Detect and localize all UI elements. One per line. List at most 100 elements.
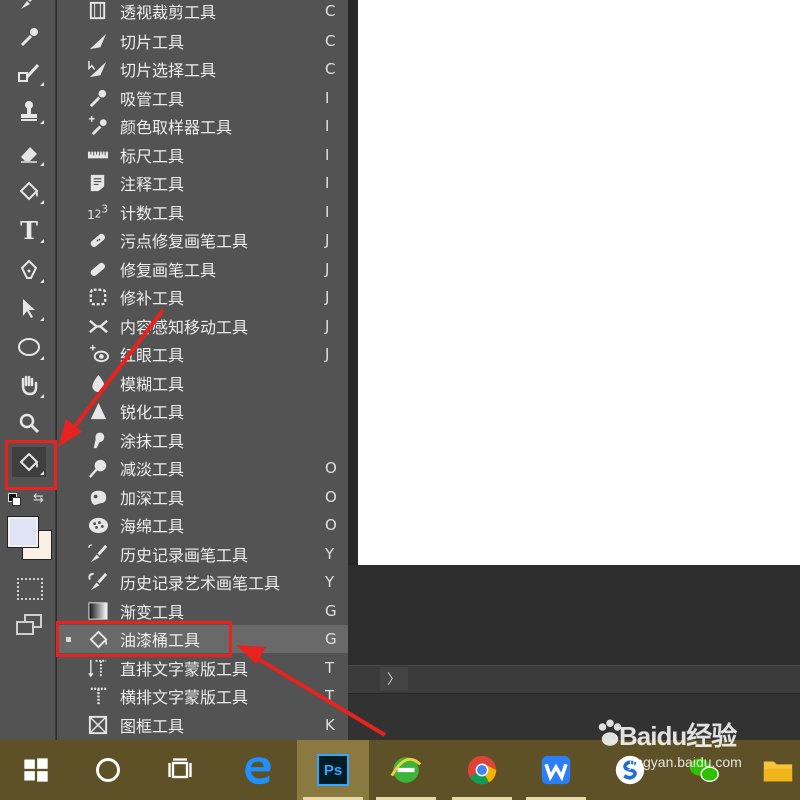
menu-item-shortcut: Y — [325, 545, 335, 563]
ie-button[interactable] — [370, 740, 442, 800]
menu-item-label: 横排文字蒙版工具 — [120, 688, 249, 707]
menu-item[interactable]: 透视裁剪工具 C — [57, 0, 349, 25]
ellipse-tool[interactable] — [12, 332, 46, 362]
menu-item[interactable]: 修复画笔工具 J — [57, 255, 349, 283]
eyedropper-icon — [20, 28, 38, 47]
paint-bucket-icon — [19, 181, 39, 201]
menu-item[interactable]: 锐化工具 — [57, 397, 349, 425]
ruler-icon — [85, 143, 111, 167]
watermark-url: jingyan.baidu.com — [629, 754, 742, 770]
menu-item-label: 切片工具 — [120, 33, 185, 52]
type-icon: T — [20, 215, 38, 245]
menu-item[interactable]: 内容感知移动工具 J — [57, 312, 349, 340]
stamp-tool[interactable] — [12, 96, 46, 126]
sharpen-icon — [85, 399, 111, 423]
menu-item-shortcut: O — [325, 459, 337, 477]
screen-mode-icon[interactable] — [16, 614, 44, 638]
paint-bucket-tool-2[interactable] — [12, 176, 46, 206]
menu-item[interactable]: 图框工具 K — [57, 711, 349, 739]
menu-item-label: 历史记录艺术画笔工具 — [120, 574, 281, 593]
cortana-button[interactable] — [72, 740, 144, 800]
menu-item[interactable]: 切片选择工具 C — [57, 55, 349, 83]
brush-tool[interactable] — [12, 0, 46, 16]
history-brush-icon — [85, 542, 111, 566]
menu-item-label: 透视裁剪工具 — [120, 3, 217, 22]
menu-item[interactable]: 注释工具 I — [57, 169, 349, 197]
wps-button[interactable] — [520, 740, 592, 800]
menu-item-label: 图框工具 — [120, 717, 185, 736]
eyedropper-tool[interactable] — [12, 22, 46, 52]
menu-item-shortcut: C — [325, 60, 336, 78]
path-select-icon — [23, 299, 35, 318]
menu-item-label: 内容感知移动工具 — [120, 318, 249, 337]
menu-item[interactable]: 红眼工具 J — [57, 340, 349, 368]
menu-item-shortcut: O — [325, 516, 337, 534]
menu-item[interactable]: 模糊工具 — [57, 369, 349, 397]
stamp-icon — [21, 101, 37, 121]
photoshop-window: T ⇆ 透视裁剪工具 C 切片工具 C 切片选择工具 C 吸管工具 I 颜色取样… — [0, 0, 800, 800]
slice-select-icon — [85, 57, 111, 81]
menu-item-shortcut: J — [325, 260, 330, 278]
task-view-icon — [168, 758, 192, 779]
type-tool[interactable]: T — [12, 215, 46, 245]
menu-item-label: 计数工具 — [120, 204, 185, 223]
menu-item[interactable]: 历史记录画笔工具 Y — [57, 540, 349, 568]
menu-item[interactable]: 1 2 3 计数工具 I — [57, 198, 349, 226]
menu-item[interactable]: 修补工具 J — [57, 283, 349, 311]
path-select-tool[interactable] — [12, 293, 46, 323]
eraser-tool[interactable] — [12, 138, 46, 168]
default-colors-icon[interactable] — [8, 493, 22, 507]
swap-colors-icon[interactable]: ⇆ — [33, 491, 44, 506]
document-canvas[interactable] — [358, 0, 800, 565]
burn-icon — [85, 485, 111, 509]
horizontal-type-mask-icon — [85, 684, 111, 708]
menu-item-shortcut: J — [325, 345, 330, 363]
task-view-button[interactable] — [144, 740, 216, 800]
brush-icon — [21, 0, 32, 9]
menu-item[interactable]: 切片工具 C — [57, 27, 349, 55]
history-brush-tool[interactable] — [12, 58, 46, 88]
menu-item-label: 直排文字蒙版工具 — [120, 660, 249, 679]
menu-item[interactable]: 减淡工具 O — [57, 454, 349, 482]
svg-text:2: 2 — [95, 208, 102, 220]
menu-item-shortcut: I — [325, 174, 330, 192]
history-brush-icon — [18, 63, 40, 82]
edge-button[interactable] — [222, 740, 294, 800]
menu-item[interactable]: 横排文字蒙版工具 T — [57, 682, 349, 710]
menu-item-label: 海绵工具 — [120, 517, 185, 536]
menu-item[interactable]: 涂抹工具 — [57, 426, 349, 454]
menu-item-label: 模糊工具 — [120, 375, 185, 394]
menu-item-shortcut: C — [325, 2, 336, 20]
zoom-icon — [19, 413, 40, 434]
zoom-tool[interactable] — [12, 408, 46, 438]
menu-item[interactable]: 海绵工具 O — [57, 511, 349, 539]
menu-item-label: 切片选择工具 — [120, 61, 217, 80]
chrome-icon — [467, 755, 497, 785]
spot-healing-icon — [85, 228, 111, 252]
menu-item[interactable]: 历史记录艺术画笔工具 Y — [57, 568, 349, 596]
status-expand-button[interactable]: 〉 — [380, 667, 408, 691]
hand-tool[interactable] — [12, 370, 46, 400]
menu-item[interactable]: 颜色取样器工具 I — [57, 112, 349, 140]
chrome-button[interactable] — [446, 740, 518, 800]
baidu-jingyan-watermark: Baidu经验 jingyan.baidu.com — [595, 716, 795, 778]
color-sampler-icon — [85, 114, 111, 138]
eraser-icon — [21, 147, 37, 163]
photoshop-icon: Ps — [317, 754, 349, 786]
vertical-type-mask-icon — [85, 656, 111, 680]
start-button[interactable] — [0, 740, 72, 800]
menu-item[interactable]: 污点修复画笔工具 J — [57, 226, 349, 254]
menu-item-label: 红眼工具 — [120, 346, 185, 365]
menu-item[interactable]: 加深工具 O — [57, 483, 349, 511]
menu-item[interactable]: 标尺工具 I — [57, 141, 349, 169]
quick-mask-icon[interactable] — [17, 578, 43, 600]
foreground-color-swatch[interactable] — [7, 516, 39, 548]
photoshop-button[interactable]: Ps — [297, 740, 369, 800]
pen-tool[interactable] — [12, 255, 46, 285]
menu-item[interactable]: 直排文字蒙版工具 T — [57, 654, 349, 682]
content-aware-move-icon — [85, 314, 111, 338]
note-icon — [85, 171, 111, 195]
watermark-title: Baidu经验 — [619, 721, 737, 751]
sponge-icon — [85, 513, 111, 537]
menu-item[interactable]: 吸管工具 I — [57, 84, 349, 112]
